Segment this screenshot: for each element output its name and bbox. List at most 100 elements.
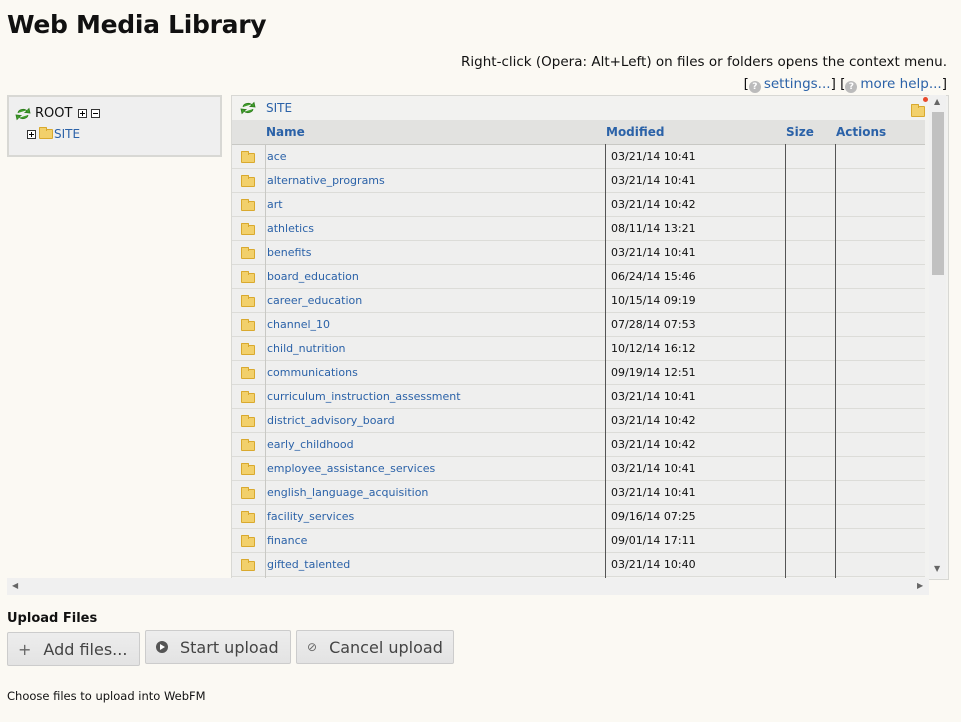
file-browser: SITE Name Modified Size Actions ace 03/21… [231, 95, 949, 580]
file-name[interactable]: board_education [267, 270, 359, 283]
new-folder-icon[interactable] [911, 97, 928, 121]
table-row[interactable]: board_education 06/24/14 15:46 [232, 265, 925, 289]
scroll-left-icon[interactable]: ◀ [12, 581, 18, 590]
file-name[interactable]: employee_assistance_services [267, 462, 435, 475]
tree-item-site[interactable]: SITE [27, 127, 80, 141]
file-name[interactable]: finance [267, 534, 307, 547]
file-modified: 09/16/14 07:25 [611, 510, 696, 523]
column-name[interactable]: Name [266, 125, 305, 139]
table-row[interactable]: athletics 08/11/14 13:21 [232, 217, 925, 241]
start-upload-label: Start upload [180, 637, 279, 657]
tree-item-label[interactable]: SITE [54, 127, 80, 141]
scroll-thumb[interactable] [932, 112, 944, 275]
file-modified: 03/21/14 10:41 [611, 462, 696, 475]
folder-icon [241, 415, 255, 427]
expand-icon[interactable] [27, 129, 36, 139]
table-row[interactable]: early_childhood 03/21/14 10:42 [232, 433, 925, 457]
file-name[interactable]: ace [267, 150, 287, 163]
file-modified: 03/21/14 10:41 [611, 486, 696, 499]
refresh-icon[interactable] [240, 101, 256, 115]
table-row[interactable]: alternative_programs 03/21/14 10:41 [232, 169, 925, 193]
file-name[interactable]: art [267, 198, 283, 211]
file-modified: 09/01/14 17:11 [611, 534, 696, 547]
folder-icon [241, 175, 255, 187]
start-upload-button[interactable]: Start upload [145, 630, 291, 664]
folder-icon [241, 319, 255, 331]
table-row[interactable]: finance 09/01/14 17:11 [232, 529, 925, 553]
table-row[interactable]: district_advisory_board 03/21/14 10:42 [232, 409, 925, 433]
table-row[interactable]: channel_10 07/28/14 07:53 [232, 313, 925, 337]
scroll-up-icon[interactable]: ▲ [934, 97, 940, 106]
file-name[interactable]: gifted_talented [267, 558, 350, 571]
table-row[interactable]: facility_services 09/16/14 07:25 [232, 505, 925, 529]
table-row[interactable]: english_language_acquisition 03/21/14 10:… [232, 481, 925, 505]
refresh-icon[interactable] [15, 107, 31, 121]
expand-all-icon[interactable] [78, 109, 88, 118]
file-name[interactable]: career_education [267, 294, 362, 307]
table-row[interactable]: benefits 03/21/14 10:41 [232, 241, 925, 265]
help-icon: ? [748, 81, 761, 93]
file-modified: 03/21/14 10:41 [611, 150, 696, 163]
more-help-link[interactable]: more help... [860, 76, 941, 92]
file-name[interactable]: curriculum_instruction_assessment [267, 390, 461, 403]
upload-status: Choose files to upload into WebFM [7, 689, 206, 703]
column-modified[interactable]: Modified [606, 125, 665, 139]
file-modified: 08/11/14 13:21 [611, 222, 696, 235]
horizontal-scrollbar[interactable]: ◀ ▶ [7, 578, 929, 595]
column-size[interactable]: Size [786, 125, 814, 139]
table-row[interactable]: employee_assistance_services 03/21/14 10:… [232, 457, 925, 481]
file-modified: 03/21/14 10:41 [611, 390, 696, 403]
folder-icon [241, 559, 255, 571]
cancel-upload-label: Cancel upload [329, 637, 443, 657]
settings-link[interactable]: settings... [764, 76, 831, 92]
file-modified: 03/21/14 10:42 [611, 414, 696, 427]
table-row[interactable]: communications 09/19/14 12:51 [232, 361, 925, 385]
tree-root-label[interactable]: ROOT [35, 106, 72, 121]
help-icon: ? [845, 81, 858, 93]
scroll-down-icon[interactable]: ▼ [934, 564, 940, 573]
file-name[interactable]: benefits [267, 246, 311, 259]
file-name[interactable]: channel_10 [267, 318, 330, 331]
folder-icon [241, 151, 255, 163]
table-row[interactable]: art 03/21/14 10:42 [232, 193, 925, 217]
file-name[interactable]: communications [267, 366, 358, 379]
folder-icon [241, 367, 255, 379]
file-modified: 03/21/14 10:41 [611, 246, 696, 259]
file-modified: 10/12/14 16:12 [611, 342, 696, 355]
collapse-all-icon[interactable] [91, 109, 101, 118]
table-row[interactable]: curriculum_instruction_assessment 03/21/1… [232, 385, 925, 409]
vertical-scrollbar[interactable]: ▲ ▼ [929, 95, 946, 578]
cancel-upload-button[interactable]: ⊘ Cancel upload [296, 630, 454, 664]
table-row[interactable]: child_nutrition 10/12/14 16:12 [232, 337, 925, 361]
file-name[interactable]: athletics [267, 222, 314, 235]
folder-icon [241, 487, 255, 499]
file-modified: 03/21/14 10:42 [611, 438, 696, 451]
folder-icon [241, 247, 255, 259]
table-row[interactable]: gifted_talented 03/21/14 10:40 [232, 553, 925, 577]
file-modified: 03/21/14 10:40 [611, 558, 696, 571]
folder-icon [241, 271, 255, 283]
file-name[interactable]: early_childhood [267, 438, 354, 451]
table-row[interactable]: career_education 10/15/14 09:19 [232, 289, 925, 313]
folder-icon [241, 535, 255, 547]
table-row[interactable]: ace 03/21/14 10:41 [232, 145, 925, 169]
file-modified: 09/19/14 12:51 [611, 366, 696, 379]
folder-icon [241, 295, 255, 307]
folder-icon [241, 223, 255, 235]
file-name[interactable]: district_advisory_board [267, 414, 395, 427]
folder-icon [241, 511, 255, 523]
folder-icon [39, 127, 53, 139]
file-name[interactable]: child_nutrition [267, 342, 346, 355]
file-modified: 03/21/14 10:42 [611, 198, 696, 211]
current-path[interactable]: SITE [266, 101, 292, 115]
column-headers: Name Modified Size Actions [232, 120, 925, 145]
folder-icon [241, 199, 255, 211]
add-files-button[interactable]: + Add files... [7, 632, 140, 666]
scroll-right-icon[interactable]: ▶ [917, 581, 923, 590]
file-name[interactable]: alternative_programs [267, 174, 385, 187]
column-actions: Actions [836, 125, 887, 139]
file-name[interactable]: facility_services [267, 510, 354, 523]
file-name[interactable]: english_language_acquisition [267, 486, 428, 499]
add-files-label: Add files... [43, 639, 128, 659]
play-icon [156, 641, 168, 653]
